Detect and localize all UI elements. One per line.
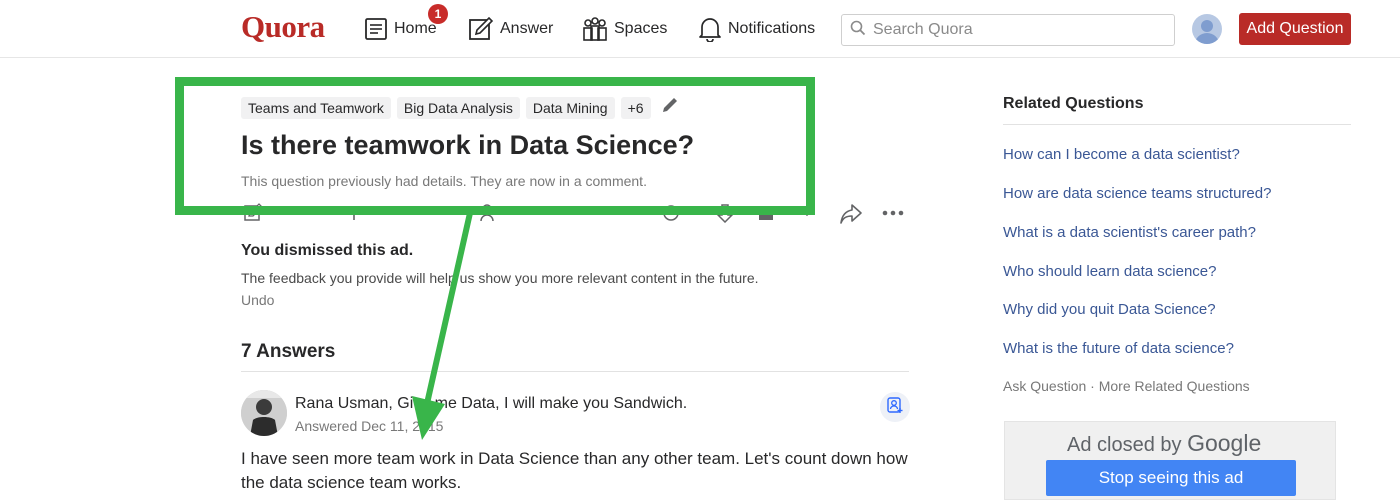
nav-spaces-label: Spaces	[614, 20, 668, 37]
nav-spaces[interactable]: Spaces	[582, 14, 667, 44]
divider	[241, 371, 909, 372]
divider	[1003, 124, 1351, 125]
nav-home[interactable]: Home 1	[364, 4, 448, 44]
undo-link[interactable]: Undo	[241, 292, 274, 308]
quora-logo[interactable]: Quora	[241, 9, 325, 45]
author-avatar[interactable]	[241, 390, 287, 436]
follow-author-button[interactable]	[880, 392, 910, 422]
related-question-link[interactable]: How are data science teams structured?	[1003, 185, 1271, 202]
comment-action-icon[interactable]	[661, 203, 681, 223]
footer-separator: ·	[1086, 378, 1099, 394]
more-options-icon[interactable]	[881, 203, 905, 223]
add-question-button[interactable]: Add Question	[1239, 13, 1351, 45]
google-logo-text: Google	[1187, 430, 1262, 456]
question-action-bar	[241, 200, 911, 226]
search-box[interactable]	[841, 14, 1175, 46]
question-title: Is there teamwork in Data Science?	[241, 130, 695, 160]
answer-action-icon[interactable]	[243, 203, 263, 223]
related-question-link[interactable]: What is the future of data science?	[1003, 340, 1234, 357]
more-topics-tag[interactable]: +6	[620, 96, 651, 119]
request-action-icon[interactable]	[479, 203, 499, 223]
related-question-link[interactable]: Who should learn data science?	[1003, 263, 1216, 280]
bookmark-action-icon[interactable]	[756, 203, 776, 223]
bell-icon	[698, 16, 722, 42]
dismissed-ad-text: The feedback you provide will help us sh…	[241, 270, 759, 286]
nav-notifications[interactable]: Notifications	[698, 14, 815, 44]
question-details-note: This question previously had details. Th…	[241, 173, 647, 189]
dismissed-ad-title: You dismissed this ad.	[241, 242, 414, 259]
topic-tag[interactable]: Data Mining	[525, 96, 615, 119]
closed-ad-panel: Ad closed by Google Stop seeing this ad	[1004, 421, 1336, 500]
add-person-icon	[886, 396, 904, 419]
topic-tag[interactable]: Teams and Teamwork	[241, 96, 391, 119]
related-questions-heading: Related Questions	[1003, 95, 1144, 112]
nav-home-label: Home	[394, 20, 437, 37]
related-question-link[interactable]: Why did you quit Data Science?	[1003, 301, 1216, 318]
answer-body: I have seen more team work in Data Scien…	[241, 449, 908, 492]
follow-action-icon[interactable]	[351, 203, 371, 223]
edit-icon	[468, 16, 494, 42]
nav-answer[interactable]: Answer	[468, 14, 553, 44]
share-icon[interactable]	[839, 203, 863, 225]
nav-notifications-label: Notifications	[728, 20, 816, 37]
topic-tag[interactable]: Big Data Analysis	[396, 96, 520, 119]
search-icon	[850, 20, 866, 41]
answers-count-heading: 7 Answers	[241, 341, 336, 362]
answer-author[interactable]: Rana Usman, Give me Data, I will make yo…	[295, 395, 687, 413]
spaces-icon	[582, 16, 608, 42]
related-footer: Ask Question · More Related Questions	[1003, 378, 1250, 394]
downvote-action-icon[interactable]	[716, 203, 736, 223]
search-input[interactable]	[873, 21, 1163, 39]
notification-badge: 1	[428, 4, 448, 24]
stop-seeing-ad-button[interactable]: Stop seeing this ad	[1046, 460, 1296, 496]
nav-answer-label: Answer	[500, 20, 554, 37]
topic-list: Teams and Teamwork Big Data Analysis Dat…	[241, 96, 679, 119]
home-icon	[364, 17, 388, 41]
answer-date: Answered Dec 11, 2015	[295, 418, 444, 434]
user-avatar[interactable]	[1192, 14, 1222, 44]
pencil-icon[interactable]	[661, 96, 679, 119]
related-question-link[interactable]: How can I become a data scientist?	[1003, 146, 1240, 163]
related-question-link[interactable]: What is a data scientist's career path?	[1003, 224, 1256, 241]
top-header: Quora Home 1 Answer Spaces Notifications	[0, 0, 1400, 58]
ad-closed-prefix: Ad closed by	[1067, 434, 1182, 456]
ad-closed-label: Ad closed by Google	[1067, 430, 1261, 457]
more-share-action-icon[interactable]	[797, 203, 817, 223]
more-related-questions-link[interactable]: More Related Questions	[1099, 378, 1250, 394]
ask-question-link[interactable]: Ask Question	[1003, 378, 1086, 394]
